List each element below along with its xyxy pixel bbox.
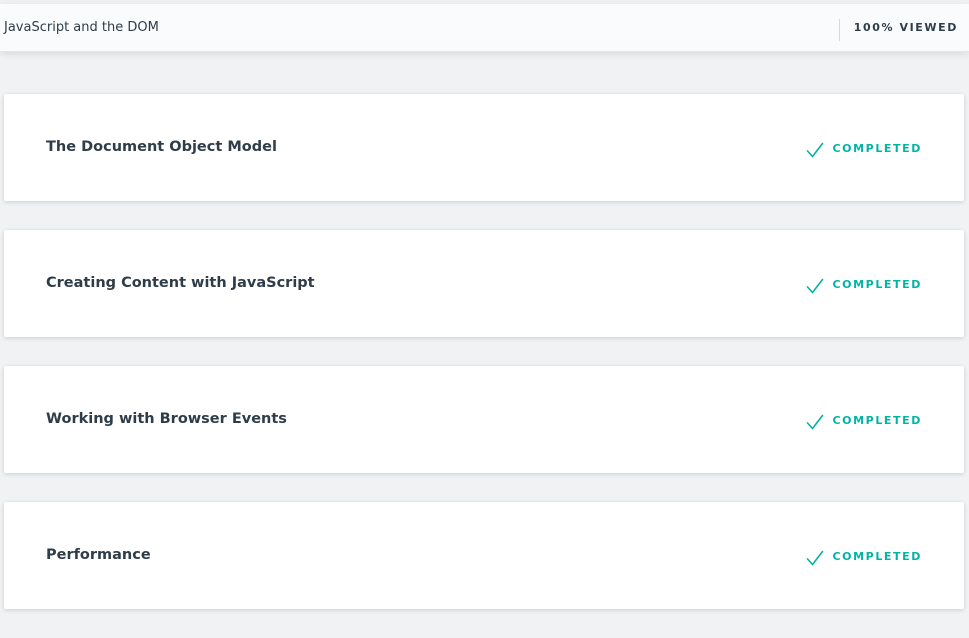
course-header: JavaScript and the DOM 100% VIEWED <box>0 4 969 52</box>
checkmark-icon <box>807 142 824 158</box>
lesson-card[interactable]: Performance COMPLETED <box>4 502 964 609</box>
progress-label: 100% VIEWED <box>853 21 958 34</box>
lesson-title: The Document Object Model <box>46 139 277 155</box>
lesson-status: COMPLETED <box>806 546 922 566</box>
lesson-card[interactable]: Working with Browser Events COMPLETED <box>4 366 964 473</box>
header-divider <box>839 19 840 41</box>
status-label: COMPLETED <box>832 141 922 155</box>
checkmark-icon <box>807 550 824 566</box>
status-label: COMPLETED <box>832 277 922 291</box>
course-title: JavaScript and the DOM <box>4 20 159 35</box>
lesson-status: COMPLETED <box>806 138 922 158</box>
status-label: COMPLETED <box>832 413 922 427</box>
lesson-status: COMPLETED <box>806 274 922 294</box>
checkmark-icon <box>807 414 824 430</box>
lesson-card[interactable]: Creating Content with JavaScript COMPLET… <box>4 230 964 337</box>
checkmark-icon <box>807 278 824 294</box>
lesson-status: COMPLETED <box>806 410 922 430</box>
lesson-title: Working with Browser Events <box>46 411 287 427</box>
lesson-list: The Document Object Model COMPLETED Crea… <box>4 94 964 638</box>
lesson-title: Performance <box>46 547 151 563</box>
lesson-title: Creating Content with JavaScript <box>46 275 315 291</box>
lesson-card[interactable]: The Document Object Model COMPLETED <box>4 94 964 201</box>
status-label: COMPLETED <box>832 549 922 563</box>
